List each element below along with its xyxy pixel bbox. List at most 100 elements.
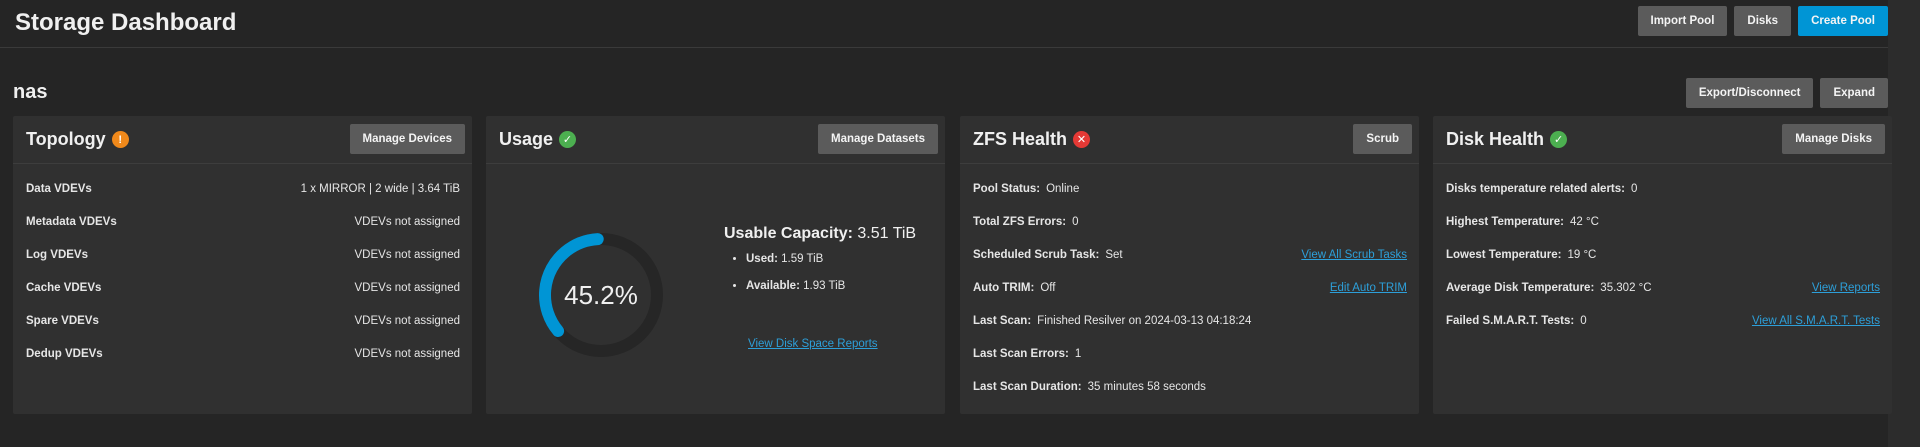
- row-value: Off: [1040, 281, 1056, 294]
- zfs-health-card: ZFS Health ✕ Scrub Pool Status: Online Tot…: [960, 116, 1419, 414]
- card-header: ZFS Health ✕ Scrub: [960, 116, 1419, 164]
- usable-capacity-label: Usable Capacity:: [724, 225, 853, 242]
- row-value: VDEVs not assigned: [354, 281, 460, 294]
- row-value: 0: [1072, 215, 1079, 228]
- row-link[interactable]: View All S.M.A.R.T. Tests: [1752, 315, 1880, 327]
- zfs-rows: Pool Status: Online Total ZFS Errors: 0 Sche…: [973, 172, 1407, 403]
- disk-health-card: Disk Health ✓ Manage Disks Disks tempera…: [1433, 116, 1892, 414]
- import-pool-button[interactable]: Import Pool: [1637, 6, 1728, 36]
- row-label: Spare VDEVs: [26, 314, 99, 327]
- row-value: VDEVs not assigned: [354, 314, 460, 327]
- topology-card: Topology ! Manage Devices Data VDEVs 1 x …: [13, 116, 472, 414]
- row-value: 0: [1630, 182, 1638, 195]
- pool-name: nas: [13, 81, 48, 103]
- card-title: Topology !: [26, 129, 129, 150]
- row-label: Disks temperature related alerts:: [1446, 182, 1625, 195]
- available-item: Available: 1.93 TiB: [746, 280, 934, 292]
- row-value: 1 x MIRROR | 2 wide | 3.64 TiB: [300, 182, 460, 195]
- warning-icon: !: [111, 131, 129, 148]
- page-title: Storage Dashboard: [15, 9, 237, 36]
- disk-rows: Disks temperature related alerts: 0 Highes…: [1446, 172, 1880, 337]
- usable-capacity: Usable Capacity: 3.51 TiB: [724, 225, 934, 243]
- usage-card: Usage ✓ Manage Datasets 45.2% Usable Cap…: [486, 116, 945, 414]
- check-circle-icon: ✓: [1550, 131, 1568, 148]
- row-value: 35 minutes 58 seconds: [1087, 380, 1206, 393]
- used-label: Used:: [746, 253, 778, 265]
- row-label: Metadata VDEVs: [26, 215, 117, 228]
- info-row: Disks temperature related alerts: 0: [1446, 172, 1880, 205]
- row-label: Log VDEVs: [26, 248, 88, 261]
- row-label: Scheduled Scrub Task:: [973, 248, 1100, 261]
- available-value: 1.93 TiB: [803, 280, 846, 292]
- info-row: Cache VDEVs VDEVs not assigned: [26, 271, 460, 304]
- manage-disks-button[interactable]: Manage Disks: [1782, 124, 1885, 154]
- info-row: Pool Status: Online: [973, 172, 1407, 205]
- info-row: Dedup VDEVs VDEVs not assigned: [26, 337, 460, 370]
- manage-devices-button[interactable]: Manage Devices: [349, 124, 465, 154]
- info-row: Log VDEVs VDEVs not assigned: [26, 238, 460, 271]
- row-label: Data VDEVs: [26, 182, 92, 195]
- row-value: Set: [1105, 248, 1123, 261]
- used-value: 1.59 TiB: [781, 253, 824, 265]
- info-row: Last Scan: Finished Resilver on 2024-03-1…: [973, 304, 1407, 337]
- info-row: Data VDEVs 1 x MIRROR | 2 wide | 3.64 TiB: [26, 172, 460, 205]
- row-value: Finished Resilver on 2024-03-13 04:18:24: [1037, 314, 1252, 327]
- topology-title: Topology: [26, 129, 106, 149]
- usage-info: Usable Capacity: 3.51 TiB Used: 1.59 TiB…: [724, 225, 934, 307]
- scrub-button[interactable]: Scrub: [1353, 124, 1412, 154]
- row-label: Total ZFS Errors:: [973, 215, 1067, 228]
- info-row: Failed S.M.A.R.T. Tests: 0 View All S.M.A.…: [1446, 304, 1880, 337]
- row-label: Last Scan:: [973, 314, 1032, 327]
- row-label: Last Scan Errors:: [973, 347, 1069, 360]
- row-label: Dedup VDEVs: [26, 347, 103, 360]
- row-value: 1: [1074, 347, 1082, 360]
- view-disk-space-reports-link[interactable]: View Disk Space Reports: [748, 338, 878, 350]
- card-header: Usage ✓ Manage Datasets: [486, 116, 945, 164]
- row-label: Cache VDEVs: [26, 281, 102, 294]
- info-row: Spare VDEVs VDEVs not assigned: [26, 304, 460, 337]
- row-value: 19 °C: [1567, 248, 1597, 261]
- scrollbar[interactable]: [1888, 0, 1920, 447]
- row-value: 35.302 °C: [1600, 281, 1652, 294]
- row-label: Pool Status:: [973, 182, 1041, 195]
- create-pool-button[interactable]: Create Pool: [1798, 6, 1888, 36]
- card-title: Disk Health ✓: [1446, 129, 1568, 150]
- row-value: 0: [1580, 314, 1587, 327]
- check-circle-icon: ✓: [559, 131, 577, 148]
- available-label: Available:: [746, 280, 800, 292]
- zfs-title: ZFS Health: [973, 129, 1068, 149]
- info-row: Metadata VDEVs VDEVs not assigned: [26, 205, 460, 238]
- header-actions: Import Pool Disks Create Pool: [1637, 6, 1888, 36]
- usage-title: Usage: [499, 129, 554, 149]
- info-row: Total ZFS Errors: 0: [973, 205, 1407, 238]
- row-value: VDEVs not assigned: [354, 347, 460, 360]
- usable-capacity-value: 3.51 TiB: [857, 225, 917, 242]
- row-label: Lowest Temperature:: [1446, 248, 1562, 261]
- row-label: Auto TRIM:: [973, 281, 1035, 294]
- manage-datasets-button[interactable]: Manage Datasets: [818, 124, 938, 154]
- info-row: Lowest Temperature: 19 °C: [1446, 238, 1880, 271]
- disks-button[interactable]: Disks: [1734, 6, 1792, 36]
- row-link[interactable]: Edit Auto TRIM: [1330, 282, 1407, 294]
- row-value: 42 °C: [1570, 215, 1599, 228]
- page-header: Storage Dashboard Import Pool Disks Crea…: [0, 0, 1888, 48]
- card-title: Usage ✓: [499, 129, 577, 150]
- row-label: Average Disk Temperature:: [1446, 281, 1595, 294]
- info-row: Highest Temperature: 42 °C: [1446, 205, 1880, 238]
- row-link[interactable]: View Reports: [1812, 282, 1880, 294]
- info-row: Auto TRIM: Off Edit Auto TRIM: [973, 271, 1407, 304]
- usage-donut: 45.2%: [534, 228, 668, 362]
- row-value: VDEVs not assigned: [354, 248, 460, 261]
- expand-button[interactable]: Expand: [1820, 78, 1888, 108]
- row-value: Online: [1046, 182, 1080, 195]
- topology-rows: Data VDEVs 1 x MIRROR | 2 wide | 3.64 TiB…: [26, 172, 460, 370]
- export-disconnect-button[interactable]: Export/Disconnect: [1685, 78, 1814, 108]
- row-label: Failed S.M.A.R.T. Tests:: [1446, 314, 1575, 327]
- row-link[interactable]: View All Scrub Tasks: [1301, 249, 1407, 261]
- card-title: ZFS Health ✕: [973, 129, 1091, 150]
- card-header: Disk Health ✓ Manage Disks: [1433, 116, 1892, 164]
- pool-actions: Export/Disconnect Expand: [1685, 78, 1888, 108]
- card-header: Topology ! Manage Devices: [13, 116, 472, 164]
- row-label: Highest Temperature:: [1446, 215, 1565, 228]
- usage-percent: 45.2%: [564, 279, 638, 310]
